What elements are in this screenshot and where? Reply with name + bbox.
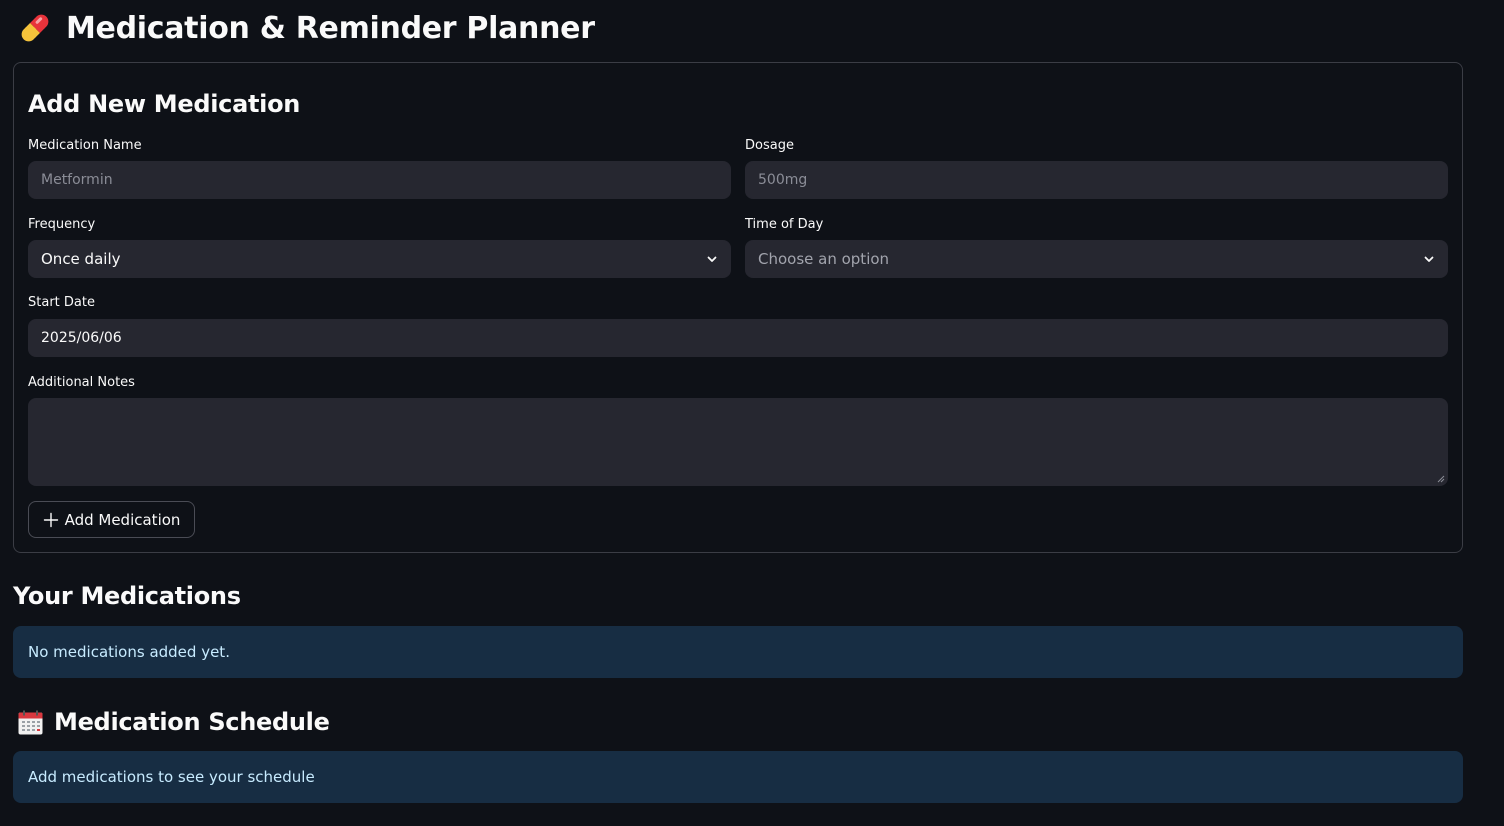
frequency-label: Frequency xyxy=(28,217,96,232)
notes-label: Additional Notes xyxy=(28,375,135,390)
your-medications-title: Your Medications xyxy=(13,582,241,610)
resize-handle-icon[interactable] xyxy=(1437,475,1445,483)
plus-icon xyxy=(43,512,58,527)
medication-name-label: Medication Name xyxy=(28,138,142,153)
pill-icon xyxy=(21,14,49,42)
medication-name-input[interactable]: Metformin xyxy=(28,161,731,199)
your-medications-heading: Your Medications xyxy=(13,579,241,613)
page-title: Medication & Reminder Planner xyxy=(66,10,595,46)
medications-empty-text: No medications added yet. xyxy=(28,643,230,661)
chevron-down-icon xyxy=(1424,256,1434,262)
dosage-label: Dosage xyxy=(745,138,794,153)
start-date-label: Start Date xyxy=(28,295,95,310)
app-header: Medication & Reminder Planner xyxy=(17,8,595,48)
app-page: Medication & Reminder Planner Add New Me… xyxy=(0,0,1504,826)
notes-textarea[interactable] xyxy=(28,398,1448,486)
add-medication-button[interactable]: Add Medication xyxy=(28,501,195,538)
schedule-title: Medication Schedule xyxy=(54,708,330,736)
frequency-selected-value: Once daily xyxy=(41,250,121,268)
add-medication-label: Add Medication xyxy=(64,510,181,529)
schedule-heading: Medication Schedule xyxy=(17,705,330,739)
dosage-input[interactable]: 500mg xyxy=(745,161,1448,199)
medications-empty-alert: No medications added yet. xyxy=(13,626,1463,678)
start-date-input[interactable]: 2025/06/06 xyxy=(28,319,1448,357)
time-of-day-select[interactable]: Choose an option xyxy=(745,240,1448,278)
form-title: Add New Medication xyxy=(28,90,301,118)
schedule-empty-alert: Add medications to see your schedule xyxy=(13,751,1463,803)
calendar-icon xyxy=(18,710,43,734)
time-of-day-placeholder: Choose an option xyxy=(758,250,890,268)
schedule-empty-text: Add medications to see your schedule xyxy=(28,768,315,786)
add-medication-form: Add New Medication Medication Name Metfo… xyxy=(13,62,1463,553)
frequency-select[interactable]: Once daily xyxy=(28,240,731,278)
chevron-down-icon xyxy=(707,256,717,262)
start-date-value: 2025/06/06 xyxy=(41,330,122,346)
time-of-day-label: Time of Day xyxy=(745,217,824,232)
dosage-placeholder: 500mg xyxy=(758,172,808,188)
medication-name-placeholder: Metformin xyxy=(41,172,113,188)
